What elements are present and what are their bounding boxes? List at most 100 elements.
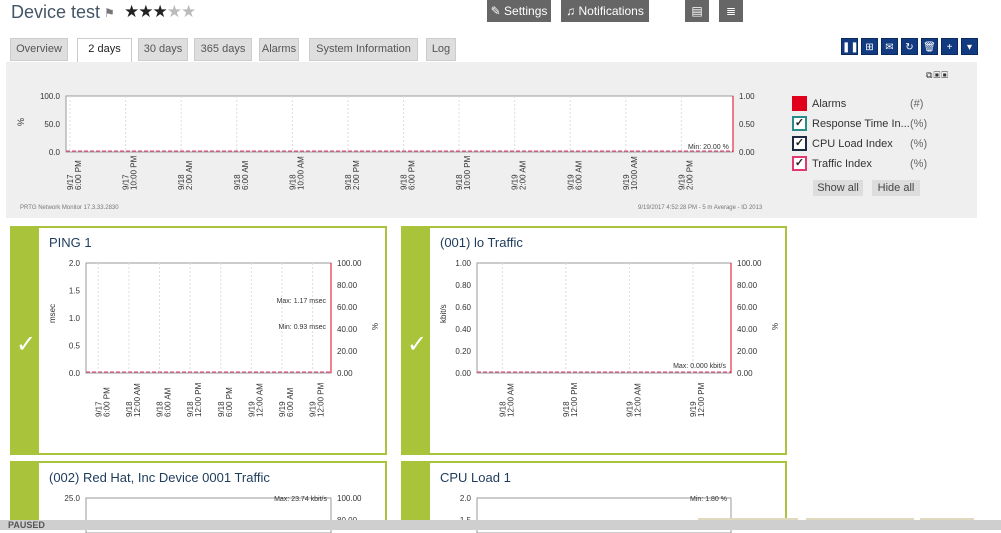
- x-tick-label: 9/19 6:00 AM: [566, 160, 583, 190]
- refresh-icon[interactable]: ↻: [901, 38, 918, 55]
- tab-2-days[interactable]: 2 days: [77, 38, 132, 63]
- notifications-button[interactable]: ♫ Notifications: [561, 0, 649, 22]
- history-button[interactable]: ≣: [719, 0, 743, 22]
- status-bar: ✓: [403, 228, 430, 453]
- legend-unit: (%): [910, 138, 928, 150]
- chart-annotation: Max: 1.17 msec: [277, 298, 327, 305]
- rating-stars[interactable]: ★★★★★: [124, 2, 196, 22]
- tab-365-days[interactable]: 365 days: [194, 38, 252, 61]
- svg-text:6:00 AM: 6:00 AM: [286, 387, 295, 417]
- svg-text:10:00 AM: 10:00 AM: [296, 156, 305, 190]
- y-tick-label: 60.00: [737, 303, 758, 312]
- star-icon[interactable]: ★: [167, 2, 182, 21]
- tab-30-days[interactable]: 30 days: [138, 38, 188, 61]
- y-axis-label-right: %: [370, 323, 379, 330]
- checkbox-checked-icon[interactable]: ✓: [792, 136, 807, 151]
- checkbox-checked-icon[interactable]: ✓: [792, 116, 807, 131]
- bell-icon: ♫: [566, 4, 576, 18]
- y-tick-label: 100.00: [337, 494, 362, 503]
- star-icon[interactable]: ★: [181, 2, 196, 21]
- tab-log[interactable]: Log: [426, 38, 456, 61]
- svg-text:6:00 PM: 6:00 PM: [74, 160, 83, 190]
- sensor-title: CPU Load 1: [440, 470, 511, 485]
- add-ticket-icon[interactable]: ⊞: [861, 38, 878, 55]
- svg-text:12:00 PM: 12:00 PM: [697, 382, 706, 417]
- page-title: Device test: [11, 2, 101, 22]
- svg-text:12:00 PM: 12:00 PM: [570, 382, 579, 417]
- sensor-title: (002) Red Hat, Inc Device 0001 Traffic: [49, 470, 270, 485]
- svg-text:12:00 AM: 12:00 AM: [133, 383, 142, 417]
- dropdown-icon[interactable]: ▾: [961, 38, 978, 55]
- legend-label: Alarms: [812, 98, 847, 110]
- x-tick-label: 9/18 6:00 PM: [217, 387, 234, 417]
- x-tick-label: 9/18 2:00 PM: [344, 160, 361, 190]
- x-tick-label: 9/18 12:00 PM: [562, 382, 579, 417]
- star-icon[interactable]: ★: [124, 2, 139, 21]
- sensor-card-ping[interactable]: ✓ PING 1 2.0 1.5 1.0 0.5 0.0 100.00 80.00 60.00…: [10, 226, 387, 455]
- x-tick-label: 9/19 12:00 AM: [625, 383, 642, 417]
- pause-icon[interactable]: ❚❚: [841, 38, 859, 55]
- history-icon: ≣: [725, 4, 737, 18]
- svg-text:6:00 PM: 6:00 PM: [102, 387, 111, 417]
- sensor-card-lo-traffic[interactable]: ✓ (001) lo Traffic 1.00 0.80 0.60 0.40 0.20 0…: [401, 226, 787, 455]
- svg-text:12:00 AM: 12:00 AM: [633, 383, 642, 417]
- color-swatch[interactable]: [792, 96, 807, 111]
- overview-chart: 9/17 6:00 PM 9/17 10:00 PM 9/18 2:00 AM 9/18 6:…: [16, 92, 755, 190]
- svg-text:10:00 AM: 10:00 AM: [630, 156, 639, 190]
- y-tick-label: 0.00: [739, 148, 755, 157]
- x-tick-label: 9/17 6:00 PM: [94, 387, 111, 417]
- paused-label: PAUSED: [8, 520, 45, 530]
- footer-timestamp: 9/19/2017 4:52:28 PM - 5 m Average - ID …: [638, 205, 763, 211]
- y-tick-label: 1.00: [739, 92, 755, 101]
- legend-label: Response Time In...: [812, 118, 910, 130]
- comment-icon: ▤: [691, 4, 703, 18]
- x-tick-label: 9/18 6:00 AM: [156, 387, 173, 417]
- status-bar: ✓: [12, 228, 39, 453]
- svg-text:6:00 AM: 6:00 AM: [164, 387, 173, 417]
- star-icon[interactable]: ★: [138, 2, 153, 21]
- tab-system-information[interactable]: System Information: [309, 38, 418, 61]
- y-tick-label: 0.0: [69, 369, 81, 378]
- y-tick-label: 0.5: [69, 342, 81, 351]
- sensor-chart: 1.00 0.80 0.60 0.40 0.20 0.00 100.00 80.00 60.00…: [439, 259, 779, 417]
- wrench-icon: ✎: [490, 4, 501, 18]
- checkbox-checked-icon[interactable]: ✓: [792, 156, 807, 171]
- y-axis-label: %: [16, 118, 26, 126]
- show-all-button[interactable]: Show all: [813, 180, 863, 196]
- y-tick-label: 40.00: [337, 325, 358, 334]
- settings-button[interactable]: ✎ Settings: [487, 0, 551, 22]
- footer-version: PRTG Network Monitor 17.3.33.2830: [20, 205, 119, 211]
- y-tick-label: 0.0: [49, 148, 61, 157]
- y-tick-label: 100.00: [737, 259, 762, 268]
- star-icon[interactable]: ★: [153, 2, 168, 21]
- y-tick-label: 1.00: [455, 259, 471, 268]
- email-icon[interactable]: ✉: [881, 38, 898, 55]
- hide-all-button[interactable]: Hide all: [872, 180, 920, 196]
- plot-area: [85, 262, 332, 374]
- y-tick-label: 0.60: [455, 303, 471, 312]
- tab-overview[interactable]: Overview: [10, 38, 68, 61]
- y-tick-label: 60.00: [337, 303, 358, 312]
- svg-text:12:00 PM: 12:00 PM: [194, 382, 203, 417]
- graph-tools[interactable]: ⧉▣▣: [926, 70, 949, 81]
- y-tick-label: 20.00: [337, 347, 358, 356]
- add-icon[interactable]: +: [941, 38, 958, 55]
- x-tick-label: 9/18 12:00 AM: [125, 383, 142, 417]
- tab-alarms[interactable]: Alarms: [259, 38, 299, 61]
- svg-text:10:00 PM: 10:00 PM: [130, 155, 139, 190]
- x-tick-label: 9/18 6:00 AM: [233, 160, 250, 190]
- y-tick-label: 2.0: [460, 494, 472, 503]
- delete-icon[interactable]: 🗑: [921, 38, 938, 55]
- save-icon[interactable]: ▣: [941, 70, 949, 80]
- y-tick-label: 25.0: [64, 494, 80, 503]
- y-tick-label: 0.50: [739, 120, 755, 129]
- y-axis-label: msec: [48, 304, 57, 323]
- comments-button[interactable]: ▤: [685, 0, 709, 22]
- y-tick-label: 40.00: [737, 325, 758, 334]
- chart-annotation: Min: 20.00 %: [688, 144, 729, 151]
- sensor-title: PING 1: [49, 235, 92, 250]
- flag-icon[interactable]: ⚑: [104, 6, 115, 20]
- sensor-title: (001) lo Traffic: [440, 235, 523, 250]
- legend-label: CPU Load Index: [812, 138, 893, 150]
- x-tick-label: 9/18 2:00 AM: [177, 160, 194, 190]
